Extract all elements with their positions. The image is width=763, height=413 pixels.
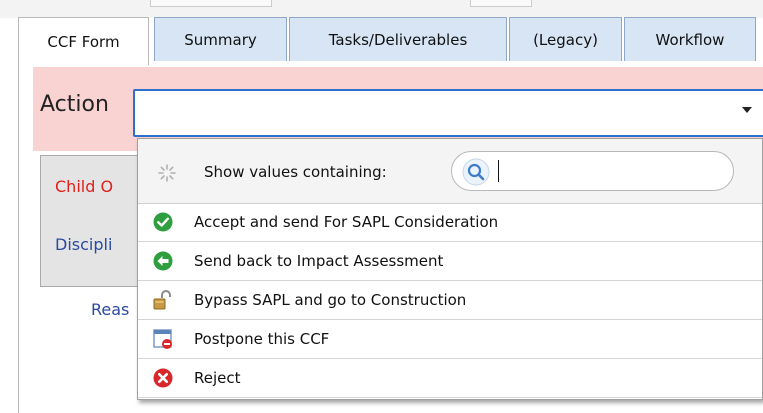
tab-summary[interactable]: Summary [154, 17, 287, 61]
option-label: Postpone this CCF [194, 330, 330, 348]
option-label: Accept and send For SAPL Consideration [194, 213, 499, 231]
text-caret [498, 160, 499, 182]
option-label: Reject [194, 369, 241, 387]
tab-bar: CCF Form Summary Tasks/Deliverables (Leg… [18, 17, 763, 65]
partial-tab-ghost [150, 0, 272, 7]
tab-label: CCF Form [47, 32, 120, 51]
option-accept-send-sapl[interactable]: Accept and send For SAPL Consideration [138, 203, 762, 242]
x-circle-icon [153, 368, 173, 388]
discipline-field-label: Discipli [55, 235, 113, 254]
tab-label: Summary [184, 30, 257, 49]
tab-workflow[interactable]: Workflow [624, 17, 756, 61]
partial-tab-ghost [470, 0, 532, 7]
action-select[interactable] [133, 89, 763, 137]
tab-tasks-deliverables[interactable]: Tasks/Deliverables [289, 17, 507, 61]
action-dropdown-list: Show values containing: Accept and send … [137, 138, 763, 400]
tab-legacy[interactable]: (Legacy) [509, 17, 622, 61]
window-top-strip [0, 0, 763, 18]
child-field-label: Child O [55, 177, 114, 196]
option-label: Bypass SAPL and go to Construction [194, 291, 467, 309]
tab-ccf-form[interactable]: CCF Form [18, 17, 149, 65]
unlocked-padlock-icon [153, 290, 171, 310]
search-input[interactable] [496, 159, 720, 185]
option-send-back-impact[interactable]: Send back to Impact Assessment [138, 242, 762, 281]
calendar-blocked-icon [153, 329, 172, 349]
option-label: Send back to Impact Assessment [194, 252, 444, 270]
tab-label: Workflow [655, 30, 725, 49]
search-icon [462, 158, 490, 186]
tab-label: (Legacy) [533, 30, 598, 49]
child-fields-panel [40, 155, 150, 287]
reason-field-label: Reas [91, 300, 130, 319]
chevron-down-icon[interactable] [742, 107, 752, 113]
check-icon [153, 212, 173, 232]
action-label: Action [40, 92, 109, 117]
tab-label: Tasks/Deliverables [328, 30, 468, 49]
option-postpone-ccf[interactable]: Postpone this CCF [138, 320, 762, 359]
search-field[interactable] [451, 151, 734, 191]
back-arrow-icon [153, 251, 173, 271]
search-filter-label: Show values containing: [204, 163, 387, 181]
option-bypass-sapl[interactable]: Bypass SAPL and go to Construction [138, 281, 762, 320]
option-reject[interactable]: Reject [138, 359, 762, 398]
dropdown-search-row: Show values containing: [138, 139, 762, 204]
spinner-icon [158, 164, 176, 182]
